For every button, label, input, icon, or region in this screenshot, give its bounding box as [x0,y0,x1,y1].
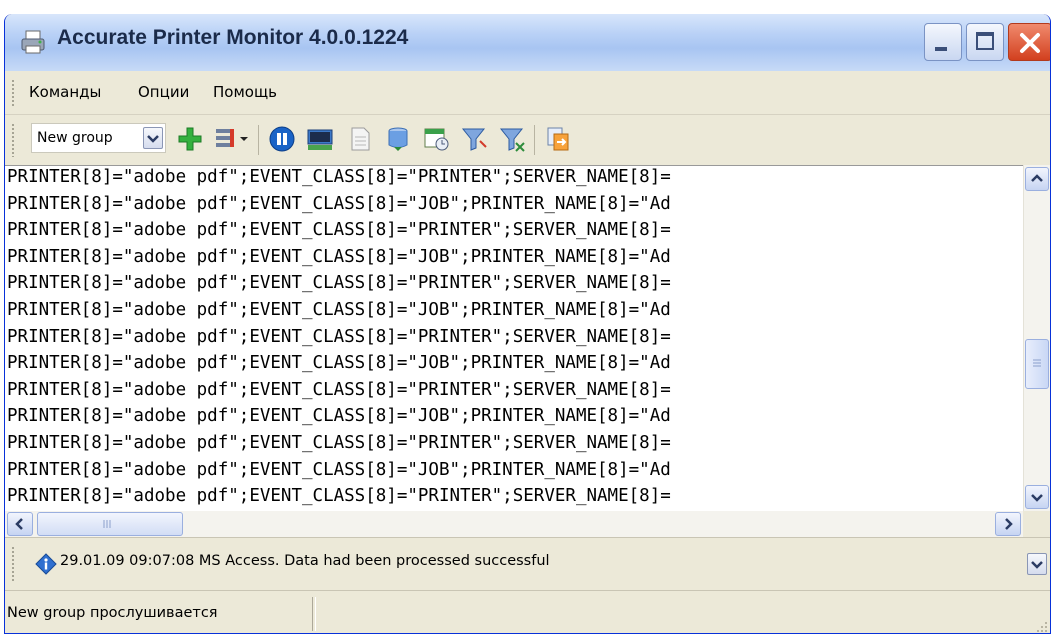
add-icon[interactable] [176,125,204,153]
terminal-icon[interactable] [306,125,334,153]
notification-dropdown[interactable] [1027,553,1047,575]
scroll-left-button[interactable] [7,512,33,536]
notification-text: 29.01.09 09:07:08 MS Access. Data had be… [60,553,550,569]
database-icon[interactable] [384,125,412,153]
filter-clear-icon[interactable] [498,125,526,153]
status-text: New group прослушивается [7,605,218,621]
group-select[interactable]: New group [31,123,166,153]
minimize-button[interactable] [924,23,962,61]
chevron-down-icon [1031,494,1043,502]
printer-icon [21,30,45,54]
grip-lines-icon [1033,359,1041,367]
group-select-value: New group [37,130,113,146]
log-line: PRINTER[8]="adobe pdf";EVENT_CLASS[8]="P… [7,326,671,347]
grip-lines-icon [103,520,111,528]
filter-icon[interactable] [460,125,488,153]
log-line: PRINTER[8]="adobe pdf";EVENT_CLASS[8]="P… [7,486,671,507]
log-line: PRINTER[8]="adobe pdf";EVENT_CLASS[8]="J… [7,406,671,427]
menu-grip[interactable] [11,79,15,107]
toolbar-separator [534,125,535,155]
minimize-icon [935,47,947,51]
toolbar-separator [258,125,259,155]
window-title: Accurate Printer Monitor 4.0.0.1224 [57,26,409,49]
toolbar-grip[interactable] [11,123,15,157]
notification-grip[interactable] [11,546,15,582]
scroll-thumb[interactable] [1025,339,1049,389]
log-line: PRINTER[8]="adobe pdf";EVENT_CLASS[8]="J… [7,459,671,480]
chevron-down-icon [1031,561,1043,569]
group-select-dropdown[interactable] [143,127,163,149]
scroll-right-button[interactable] [995,512,1021,536]
log-line: PRINTER[8]="adobe pdf";EVENT_CLASS[8]="P… [7,220,671,241]
chevron-left-icon [15,518,23,530]
horizontal-scrollbar[interactable] [5,511,1023,537]
log-line: PRINTER[8]="adobe pdf";EVENT_CLASS[8]="J… [7,193,671,214]
maximize-icon [976,32,994,50]
notification-bar: 29.01.09 09:07:08 MS Access. Data had be… [5,537,1050,590]
log-line: PRINTER[8]="adobe pdf";EVENT_CLASS[8]="J… [7,246,671,267]
scroll-up-button[interactable] [1025,167,1049,191]
toolbar: New group [5,115,1050,165]
document-icon[interactable] [346,125,374,153]
log-line: PRINTER[8]="adobe pdf";EVENT_CLASS[8]="P… [7,167,671,187]
vertical-scrollbar[interactable] [1023,165,1050,511]
columns-dropdown-icon[interactable] [214,125,250,153]
log-line: PRINTER[8]="adobe pdf";EVENT_CLASS[8]="P… [7,433,671,453]
log-line: PRINTER[8]="adobe pdf";EVENT_CLASS[8]="P… [7,379,671,400]
menu-bar: Команды Опции Помощь [5,71,1050,115]
log-line: PRINTER[8]="adobe pdf";EVENT_CLASS[8]="J… [7,353,671,374]
horizontal-scroll-thumb[interactable] [37,512,183,536]
info-icon [35,553,57,575]
close-button[interactable] [1008,23,1050,61]
status-divider [312,597,316,631]
log-view[interactable]: PRINTER[8]="adobe pdf";EVENT_CLASS[8]="P… [5,165,1023,512]
pause-icon[interactable] [268,125,296,153]
close-icon [1020,33,1040,53]
chevron-up-icon [1031,174,1043,182]
menu-help[interactable]: Помощь [213,83,277,101]
maximize-button[interactable] [966,23,1004,61]
status-bar: New group прослушивается [5,590,1050,633]
app-window: Accurate Printer Monitor 4.0.0.1224 Кома… [4,14,1051,634]
resize-grip-icon[interactable] [1034,619,1048,633]
log-line: PRINTER[8]="adobe pdf";EVENT_CLASS[8]="J… [7,300,671,320]
export-icon[interactable] [544,125,572,153]
chevron-right-icon [1005,518,1013,530]
title-bar[interactable]: Accurate Printer Monitor 4.0.0.1224 [5,14,1050,71]
chevron-down-icon [147,135,159,143]
scroll-down-button[interactable] [1025,485,1049,509]
calendar-clock-icon[interactable] [422,125,450,153]
menu-options[interactable]: Опции [138,83,189,101]
menu-commands[interactable]: Команды [29,83,101,101]
log-line: PRINTER[8]="adobe pdf";EVENT_CLASS[8]="P… [7,273,671,294]
